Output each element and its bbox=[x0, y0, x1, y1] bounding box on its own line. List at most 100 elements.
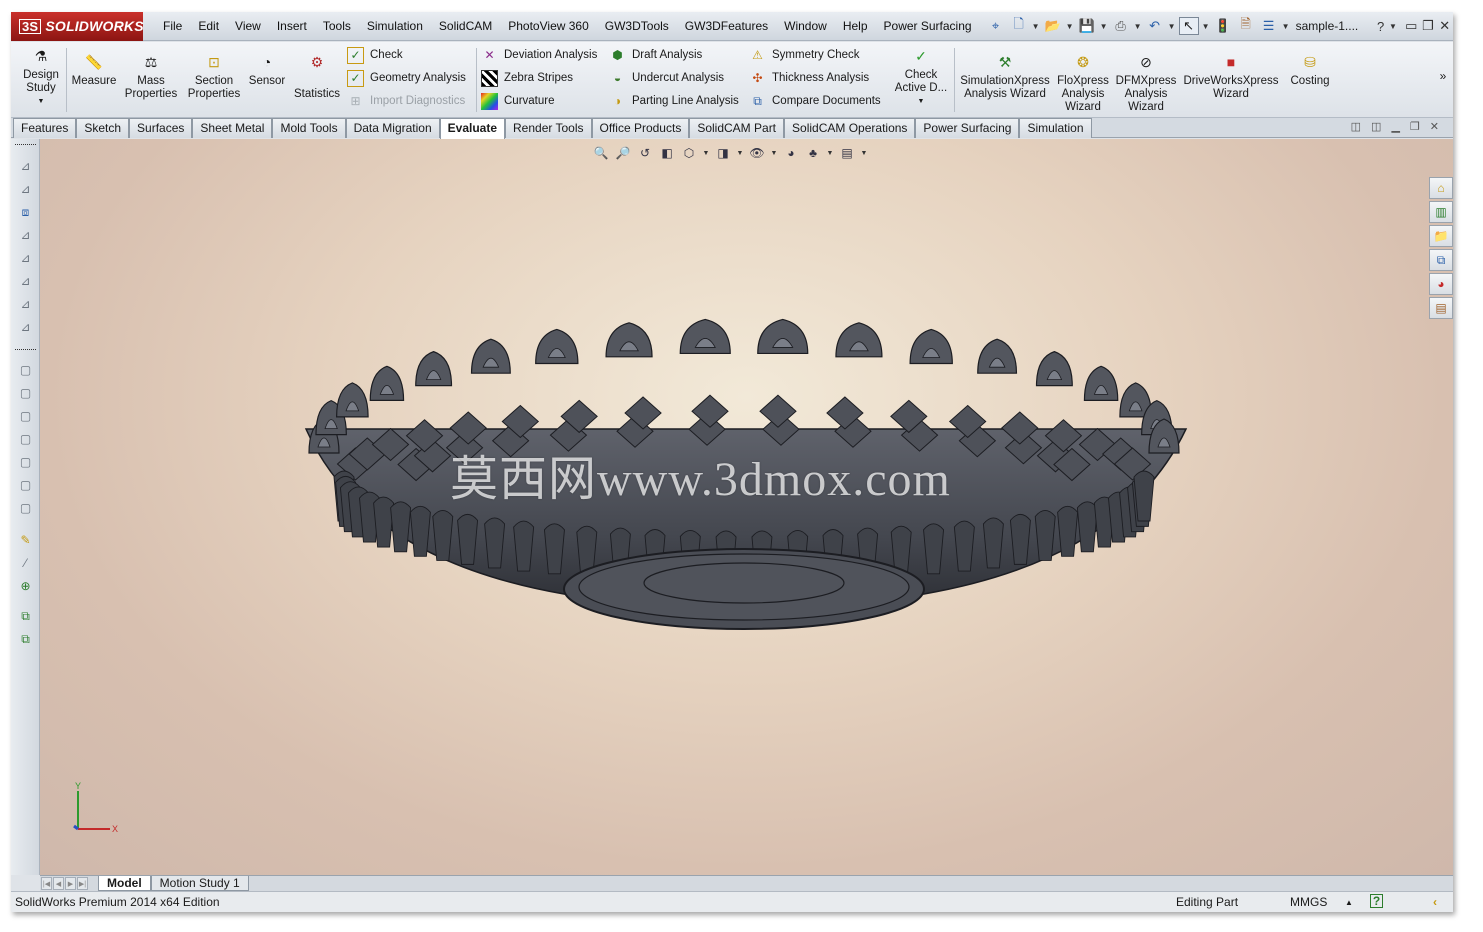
tab-solidcam-operations[interactable]: SolidCAM Operations bbox=[784, 118, 916, 138]
edit-appearance-icon[interactable]: ◕ bbox=[782, 145, 800, 161]
restore-document-icon[interactable]: ❐ bbox=[1410, 120, 1420, 133]
geometry-analysis-button[interactable]: ✓ Geometry Analysis bbox=[347, 68, 466, 88]
menu-simulation[interactable]: Simulation bbox=[359, 12, 431, 41]
menu-photoview-360[interactable]: PhotoView 360 bbox=[500, 12, 597, 41]
thickness-analysis-button[interactable]: ✣ Thickness Analysis bbox=[749, 68, 869, 88]
previous-view-icon[interactable]: ↺ bbox=[636, 145, 654, 161]
costing-button[interactable]: ⛁ Costing bbox=[1285, 52, 1335, 88]
solidworks-logo[interactable]: 3S SOLIDWORKS bbox=[11, 12, 144, 41]
section-properties-button[interactable]: ⊡ Section Properties bbox=[183, 52, 245, 101]
deviation-analysis-button[interactable]: ✕ Deviation Analysis bbox=[481, 45, 597, 65]
display-style-icon[interactable]: ◨ bbox=[714, 145, 732, 161]
tab-mold-tools[interactable]: Mold Tools bbox=[272, 118, 346, 138]
check-active-document-button[interactable]: ✓ Check Active D... ▼ bbox=[893, 46, 949, 108]
chevron-down-icon[interactable]: ▼ bbox=[1202, 22, 1210, 31]
tile-vertical-icon[interactable]: ◫ bbox=[1371, 120, 1381, 133]
tile-horizontal-icon[interactable]: ◫ bbox=[1351, 120, 1361, 133]
menu-power-surfacing[interactable]: Power Surfacing bbox=[876, 12, 980, 41]
minimize-document-icon[interactable]: ▁ bbox=[1391, 120, 1399, 133]
check-button[interactable]: ✓ Check bbox=[347, 45, 403, 65]
chevron-down-icon[interactable]: ▼ bbox=[1168, 22, 1176, 31]
chevron-down-icon[interactable]: ▼ bbox=[860, 150, 868, 157]
tab-render-tools[interactable]: Render Tools bbox=[505, 118, 592, 138]
sketch-tool-icon[interactable]: ⊿ bbox=[16, 157, 35, 175]
units-text[interactable]: MMGS bbox=[1290, 895, 1327, 909]
menu-help[interactable]: Help bbox=[835, 12, 876, 41]
curvature-button[interactable]: Curvature bbox=[481, 91, 555, 111]
parting-line-analysis-button[interactable]: ◑ Parting Line Analysis bbox=[609, 91, 739, 111]
cube-view-icon[interactable]: ▢ bbox=[16, 476, 35, 494]
pin-icon[interactable]: ⌖ bbox=[986, 17, 1006, 35]
tab-evaluate[interactable]: Evaluate bbox=[439, 118, 505, 139]
section-view-icon[interactable]: ◧ bbox=[658, 145, 676, 161]
close-document-icon[interactable]: ✕ bbox=[1430, 120, 1439, 133]
tab-features[interactable]: Features bbox=[13, 118, 77, 138]
units-arrow-icon[interactable]: ▲ bbox=[1345, 898, 1353, 907]
open-icon[interactable]: 📂 bbox=[1043, 17, 1063, 35]
toolbar-grip[interactable] bbox=[15, 349, 36, 351]
toolbar-grip[interactable] bbox=[15, 144, 36, 146]
hide-show-icon[interactable]: 👁 bbox=[748, 145, 766, 161]
tab-office-products[interactable]: Office Products bbox=[591, 118, 690, 138]
next-tab-icon[interactable]: ▶ bbox=[65, 877, 76, 890]
graphics-area[interactable]: 莫西网www.3dmox.com 🔍 🔎 ↺ ◧ ⬡ ▼ ◨ ▼ 👁 ▼ ◕ ♣ ▼ ▤… bbox=[40, 139, 1453, 875]
sketch-tool-icon[interactable]: ⊿ bbox=[16, 226, 35, 244]
apply-scene-icon[interactable]: ♣ bbox=[804, 145, 822, 161]
file-explorer-icon[interactable]: 📁 bbox=[1429, 225, 1453, 247]
last-tab-icon[interactable]: ▶| bbox=[77, 877, 88, 890]
zebra-stripes-button[interactable]: Zebra Stripes bbox=[481, 68, 573, 88]
options-icon[interactable]: ☰ bbox=[1259, 17, 1279, 35]
tab-surfaces[interactable]: Surfaces bbox=[129, 118, 193, 138]
cube-view-icon[interactable]: ▢ bbox=[16, 453, 35, 471]
tab-simulation[interactable]: Simulation bbox=[1019, 118, 1092, 138]
layer-icon[interactable]: ⧉ bbox=[16, 630, 35, 648]
chevron-down-icon[interactable]: ▼ bbox=[1282, 22, 1290, 31]
appearances-icon[interactable]: ◕ bbox=[1429, 273, 1453, 295]
chevron-down-icon[interactable]: ▼ bbox=[702, 150, 710, 157]
undo-icon[interactable]: ↶ bbox=[1145, 17, 1165, 35]
select-icon[interactable]: ↖ bbox=[1178, 17, 1199, 35]
layer-icon[interactable]: ⧉ bbox=[16, 607, 35, 625]
chevron-down-icon[interactable]: ▼ bbox=[1134, 22, 1142, 31]
simulationxpress-button[interactable]: ⚒ SimulationXpress Analysis Wizard bbox=[957, 52, 1053, 101]
zoom-to-fit-icon[interactable]: 🔍 bbox=[592, 145, 610, 161]
menu-edit[interactable]: Edit bbox=[190, 12, 227, 41]
chevron-down-icon[interactable]: ▼ bbox=[1100, 22, 1108, 31]
view-settings-icon[interactable]: ▤ bbox=[838, 145, 856, 161]
mass-properties-button[interactable]: ⚖ Mass Properties bbox=[123, 52, 179, 101]
minimize-button[interactable]: ▭ bbox=[1403, 18, 1420, 34]
dfmxpress-button[interactable]: ⊘ DFMXpress Analysis Wizard bbox=[1115, 52, 1177, 114]
line-tool-icon[interactable]: ⁄ bbox=[16, 554, 35, 572]
zoom-area-icon[interactable]: 🔎 bbox=[614, 145, 632, 161]
chevron-down-icon[interactable]: ▼ bbox=[918, 95, 925, 108]
tab-solidcam-part[interactable]: SolidCAM Part bbox=[689, 118, 785, 138]
cube-view-icon[interactable]: ▢ bbox=[16, 499, 35, 517]
rebuild-icon[interactable]: 🚦 bbox=[1213, 17, 1233, 35]
menu-insert[interactable]: Insert bbox=[269, 12, 315, 41]
sketch-tool-icon[interactable]: ⧈ bbox=[16, 203, 35, 221]
design-study-button[interactable]: ⚗ Design Study ▼ bbox=[19, 46, 63, 108]
menu-file[interactable]: File bbox=[155, 12, 190, 41]
home-icon[interactable]: ⌂ bbox=[1429, 177, 1453, 199]
chevron-down-icon[interactable]: ▼ bbox=[38, 95, 45, 108]
symmetry-check-button[interactable]: ⚠ Symmetry Check bbox=[749, 45, 859, 65]
expand-icon[interactable]: ‹ bbox=[1433, 895, 1437, 909]
cube-view-icon[interactable]: ▢ bbox=[16, 407, 35, 425]
edit-sketch-icon[interactable]: ✎ bbox=[16, 531, 35, 549]
ribbon-overflow-button[interactable]: » bbox=[1437, 70, 1449, 83]
sketch-tool-icon[interactable]: ⊿ bbox=[16, 180, 35, 198]
tab-sheet-metal[interactable]: Sheet Metal bbox=[192, 118, 273, 138]
sketch-tool-icon[interactable]: ⊿ bbox=[16, 272, 35, 290]
file-properties-icon[interactable]: 🗎 bbox=[1236, 16, 1256, 35]
chevron-down-icon[interactable]: ▼ bbox=[826, 150, 834, 157]
tab-data-migration[interactable]: Data Migration bbox=[345, 118, 440, 138]
menu-gw3dtools[interactable]: GW3DTools bbox=[597, 12, 677, 41]
floxpress-button[interactable]: ❂ FloXpress Analysis Wizard bbox=[1057, 52, 1109, 114]
help-icon[interactable]: ? bbox=[1370, 894, 1383, 908]
chevron-down-icon[interactable]: ▼ bbox=[736, 150, 744, 157]
prev-tab-icon[interactable]: ◀ bbox=[53, 877, 64, 890]
sketch-tool-icon[interactable]: ⊿ bbox=[16, 295, 35, 313]
tab-power-surfacing[interactable]: Power Surfacing bbox=[915, 118, 1020, 138]
menu-tools[interactable]: Tools bbox=[315, 12, 359, 41]
cube-view-icon[interactable]: ▢ bbox=[16, 430, 35, 448]
